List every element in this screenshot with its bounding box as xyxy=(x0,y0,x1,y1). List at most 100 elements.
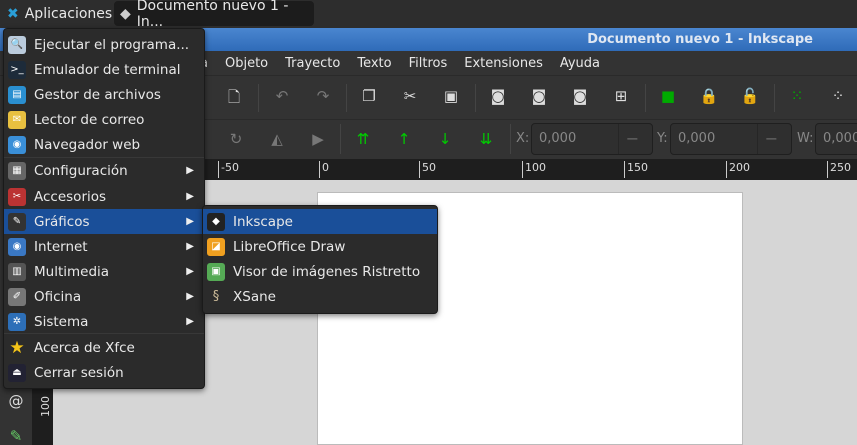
menu-item-emulador-de-terminal[interactable]: >_ Emulador de terminal xyxy=(4,57,204,82)
menu-item-inkscape[interactable]: ◆ Inkscape xyxy=(203,209,437,234)
menu-item-cerrar-sesión[interactable]: ⏏ Cerrar sesión xyxy=(4,360,204,385)
import-icon[interactable]: 🗋 xyxy=(224,87,244,112)
menu-objeto[interactable]: Objeto xyxy=(225,56,268,71)
menu-ayuda[interactable]: Ayuda xyxy=(560,56,600,71)
x-input[interactable]: 0,000 −+ xyxy=(531,123,653,178)
menu-item-gestor-de-archivos[interactable]: ▤ Gestor de archivos xyxy=(4,82,204,107)
lower-bottom-icon[interactable]: ⇊ xyxy=(476,130,496,148)
ruler-tick: 250 xyxy=(827,161,851,178)
system-icon: ✲ xyxy=(8,312,26,331)
image-viewer-icon: ▣ xyxy=(207,262,225,281)
star-icon: ★ xyxy=(9,337,25,358)
menu-item-label: Visor de imágenes Ristretto xyxy=(233,263,421,280)
web-browser-icon: ◉ xyxy=(8,135,26,154)
menu-item-sistema[interactable]: ✲ Sistema ▶ xyxy=(4,309,204,334)
internet-icon: ◉ xyxy=(8,237,26,256)
paste-icon[interactable]: ▣ xyxy=(441,87,461,105)
snap-bbox-icon[interactable]: ⁘ xyxy=(828,87,848,105)
flip-vertical-icon[interactable]: ▶ xyxy=(308,130,328,148)
rotate-icon[interactable]: ↻ xyxy=(226,130,246,148)
top-panel: ✖ Aplicaciones ◆ Documento nuevo 1 - In.… xyxy=(0,0,857,30)
raise-top-icon[interactable]: ⇈ xyxy=(353,130,373,148)
toolbar-separator xyxy=(774,84,775,112)
ruler-tick: 100 xyxy=(39,396,52,417)
submenu-arrow-icon: ▶ xyxy=(186,191,194,202)
x-stepper[interactable]: −+ xyxy=(618,124,652,178)
zoom-fit-icon[interactable]: ⊞ xyxy=(611,87,631,105)
menu-item-label: Gráficos xyxy=(34,213,90,230)
file-manager-icon: ▤ xyxy=(8,85,26,104)
y-input[interactable]: 0,000 −+ xyxy=(670,123,792,178)
taskbar-item-inkscape[interactable]: ◆ Documento nuevo 1 - In... xyxy=(114,0,314,30)
menu-item-navegador-web[interactable]: ◉ Navegador web xyxy=(4,132,204,157)
menu-item-label: Acerca de Xfce xyxy=(34,339,135,356)
snap-icon[interactable]: ⁙ xyxy=(787,87,807,105)
menu-item-label: Emulador de terminal xyxy=(34,61,181,78)
duplicate-icon[interactable]: ❐ xyxy=(359,87,379,105)
menu-item-acerca-de-xfce[interactable]: ★ Acerca de Xfce xyxy=(4,335,204,360)
graphics-submenu: ◆ Inkscape ◪ LibreOffice Draw ▣ Visor de imág… xyxy=(202,205,438,314)
zoom-selection-icon[interactable]: ◙ xyxy=(488,87,508,105)
unlock-icon[interactable]: 🔓 xyxy=(740,87,760,105)
zoom-page-icon[interactable]: ◙ xyxy=(570,87,590,105)
lower-icon[interactable]: ↓ xyxy=(435,130,455,148)
menu-item-label: Multimedia xyxy=(34,263,110,280)
menu-item-label: Inkscape xyxy=(233,213,293,230)
menu-filtros[interactable]: Filtros xyxy=(409,56,448,71)
menu-extensiones[interactable]: Extensiones xyxy=(464,56,543,71)
applications-label: Aplicaciones xyxy=(24,5,113,22)
spiral-tool-icon[interactable]: @ xyxy=(6,392,26,410)
w-label: W: xyxy=(797,131,814,146)
menu-item-configuración[interactable]: ▦ Configuración ▶ xyxy=(4,158,204,183)
menu-item-libreoffice-draw[interactable]: ◪ LibreOffice Draw xyxy=(203,234,437,259)
menu-item-label: Navegador web xyxy=(34,136,141,153)
menu-item-lector-de-correo[interactable]: ✉ Lector de correo xyxy=(4,107,204,132)
menu-item-label: Oficina xyxy=(34,288,82,305)
menu-item-multimedia[interactable]: ▥ Multimedia ▶ xyxy=(4,259,204,284)
menu-item-internet[interactable]: ◉ Internet ▶ xyxy=(4,234,204,259)
ruler-tick: 200 xyxy=(726,161,750,178)
ruler-tick: -50 xyxy=(218,161,239,178)
graphics-icon: ✎ xyxy=(8,212,26,231)
menu-trayecto[interactable]: Trayecto xyxy=(285,56,340,71)
pen-tool-icon[interactable]: ✎ xyxy=(6,427,26,445)
menu-item-label: Lector de correo xyxy=(34,111,145,128)
window-title: Documento nuevo 1 - Inkscape xyxy=(587,32,813,47)
submenu-arrow-icon: ▶ xyxy=(186,241,194,252)
x-label: X: xyxy=(516,131,530,146)
submenu-arrow-icon: ▶ xyxy=(186,316,194,327)
menu-item-accesorios[interactable]: ✂ Accesorios ▶ xyxy=(4,184,204,209)
applications-menu-button[interactable]: ✖ Aplicaciones xyxy=(2,1,112,26)
accessories-icon: ✂ xyxy=(8,187,26,206)
undo-icon[interactable]: ↶ xyxy=(272,87,292,105)
ruler-tick: 100 xyxy=(522,161,546,178)
y-label: Y: xyxy=(657,131,668,146)
menu-item-label: LibreOffice Draw xyxy=(233,238,346,255)
cut-icon[interactable]: ✂ xyxy=(400,87,420,105)
y-stepper[interactable]: −+ xyxy=(757,124,791,178)
inkscape-icon: ◆ xyxy=(207,212,225,231)
toolbar-separator xyxy=(340,124,341,154)
menu-item-ejecutar-el-programa-[interactable]: 🔍 Ejecutar el programa... xyxy=(4,32,204,57)
lock-icon[interactable]: 🔒 xyxy=(699,87,719,105)
redo-icon[interactable]: ↷ xyxy=(313,87,333,105)
menu-item-visor-de-imágenes-ristretto[interactable]: ▣ Visor de imágenes Ristretto xyxy=(203,259,437,284)
menu-item-xsane[interactable]: § XSane xyxy=(203,284,437,309)
menu-item-label: Sistema xyxy=(34,313,89,330)
menu-texto[interactable]: Texto xyxy=(357,56,391,71)
zoom-drawing-icon[interactable]: ◙ xyxy=(529,87,549,105)
menu-item-label: Configuración xyxy=(34,162,128,179)
multimedia-icon: ▥ xyxy=(8,262,26,281)
w-input[interactable]: 0,000 xyxy=(815,123,857,155)
raise-icon[interactable]: ↑ xyxy=(394,130,414,148)
flip-horizontal-icon[interactable]: ◭ xyxy=(267,130,287,148)
toolbar-separator xyxy=(258,84,259,112)
toolbar-separator xyxy=(510,124,511,154)
ruler-tick: 150 xyxy=(624,161,648,178)
toolbar-separator xyxy=(645,84,646,112)
group-icon[interactable]: ■ xyxy=(658,87,678,105)
menu-item-oficina[interactable]: ✐ Oficina ▶ xyxy=(4,284,204,309)
search-icon: 🔍 xyxy=(8,35,26,54)
menu-item-label: Gestor de archivos xyxy=(34,86,161,103)
menu-item-gráficos[interactable]: ✎ Gráficos ▶ xyxy=(4,209,204,234)
